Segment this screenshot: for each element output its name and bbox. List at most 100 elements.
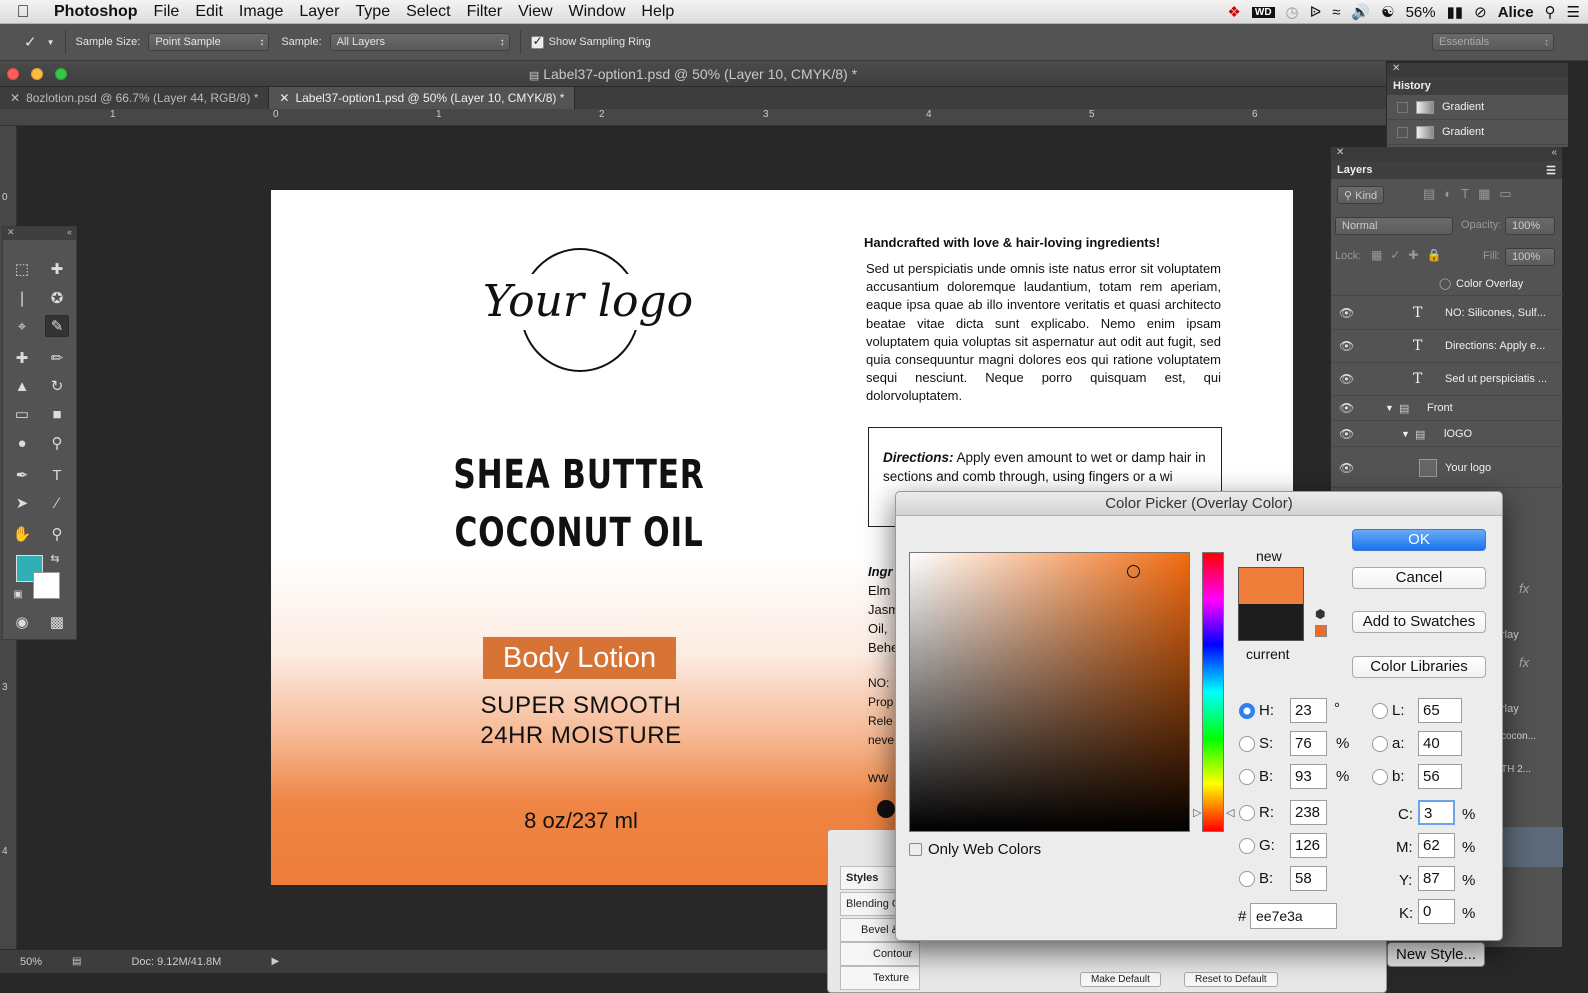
tools-panel-header[interactable]: ✕ « [3, 227, 76, 240]
zoom-window-button[interactable] [55, 68, 67, 80]
close-icon[interactable]: ✕ [1392, 63, 1400, 74]
fx-icon[interactable]: fx [1519, 581, 1529, 596]
zoom-level[interactable]: 50% [20, 956, 66, 968]
black-input[interactable]: 0 [1418, 899, 1455, 924]
eyedropper-tool-icon[interactable]: ✎ [45, 315, 69, 337]
cancel-button[interactable]: Cancel [1352, 567, 1486, 589]
menu-edit[interactable]: Edit [187, 3, 231, 21]
hue-slider-left-arrow-icon[interactable]: ▷ [1193, 806, 1201, 819]
layer-filter-select[interactable]: ⚲ Kind [1337, 186, 1385, 204]
workspace-select[interactable]: Essentials [1432, 33, 1554, 51]
panel-menu-icon[interactable]: ☰ [1546, 164, 1556, 177]
user-name[interactable]: Alice [1498, 4, 1534, 21]
layer-style-contour-item[interactable]: Contour [840, 942, 920, 966]
zoom-tool-icon[interactable]: ⚲ [45, 523, 69, 545]
layer-group-row[interactable]: 👁 ▼ ▤ Front [1331, 396, 1563, 421]
lock-icons[interactable]: ▦✓✚🔒 [1371, 248, 1449, 262]
blend-mode-select[interactable]: Normal [1335, 217, 1453, 235]
hex-input[interactable]: ee7e3a [1250, 903, 1337, 929]
magenta-input[interactable]: 62 [1418, 833, 1455, 858]
clock-icon[interactable]: ⊘ [1474, 3, 1487, 21]
collapse-icon[interactable]: « [1551, 147, 1557, 161]
history-checkbox[interactable] [1397, 126, 1408, 138]
reset-default-button[interactable]: Reset to Default [1184, 972, 1278, 987]
crop-tool-icon[interactable]: ⌖ [10, 315, 34, 337]
show-sampling-ring-checkbox[interactable] [530, 34, 544, 49]
menu-window[interactable]: Window [561, 3, 634, 21]
saturation-radio[interactable] [1239, 736, 1255, 752]
sample-select[interactable]: All Layers [329, 33, 510, 51]
brightness-radio[interactable] [1239, 769, 1255, 785]
eye-icon[interactable]: 👁 [1339, 461, 1354, 475]
sample-size-select[interactable]: Point Sample [148, 33, 270, 51]
time-machine-icon[interactable]: ◷ [1286, 3, 1299, 21]
stamp-tool-icon[interactable]: ▲ [10, 375, 34, 397]
default-colors-icon[interactable]: ▣ [6, 583, 30, 605]
hue-radio[interactable] [1239, 703, 1255, 719]
lab-a-radio[interactable] [1372, 736, 1388, 752]
add-to-swatches-button[interactable]: Add to Swatches [1352, 611, 1486, 633]
color-libraries-button[interactable]: Color Libraries [1352, 656, 1486, 678]
blue-input[interactable]: 58 [1290, 866, 1327, 891]
menu-select[interactable]: Select [398, 3, 458, 21]
eye-icon[interactable]: 👁 [1339, 427, 1354, 441]
eye-icon[interactable]: 👁 [1339, 401, 1354, 415]
saturation-brightness-field[interactable] [909, 552, 1190, 832]
line-tool-icon[interactable]: ∕ [45, 492, 69, 514]
sync-icon[interactable]: ☯ [1381, 3, 1394, 21]
cyan-input[interactable]: 3 [1418, 800, 1455, 825]
fill-field[interactable]: 100% [1505, 248, 1555, 266]
notification-center-icon[interactable]: ☰ [1567, 3, 1580, 21]
close-tab-icon[interactable]: ✕ [10, 91, 20, 105]
green-radio[interactable] [1239, 838, 1255, 854]
history-item[interactable]: Gradient [1387, 95, 1568, 120]
status-menu-icon[interactable]: ▤ [72, 956, 81, 967]
brightness-input[interactable]: 93 [1290, 764, 1327, 789]
layer-row[interactable]: 👁 T Directions: Apply e... [1331, 330, 1563, 363]
yellow-input[interactable]: 87 [1418, 866, 1455, 891]
menu-layer[interactable]: Layer [291, 3, 347, 21]
green-input[interactable]: 126 [1290, 833, 1327, 858]
apple-icon[interactable]:  [0, 2, 46, 22]
history-checkbox[interactable] [1397, 101, 1408, 113]
red-input[interactable]: 238 [1290, 800, 1327, 825]
menu-help[interactable]: Help [633, 3, 682, 21]
layer-row[interactable]: ◯ Color Overlay [1331, 272, 1563, 296]
eyedropper-tool-icon[interactable]: ✓ [24, 33, 37, 51]
collapse-icon[interactable]: « [67, 227, 72, 240]
hand-tool-icon[interactable]: ✋ [10, 523, 34, 545]
lasso-tool-icon[interactable]: ❘ [10, 287, 34, 309]
opacity-field[interactable]: 100% [1505, 217, 1555, 235]
history-item[interactable]: Gradient [1387, 120, 1568, 145]
lab-b-radio[interactable] [1372, 769, 1388, 785]
blur-tool-icon[interactable]: ● [10, 432, 34, 454]
status-arrow-icon[interactable]: ▶ [271, 956, 279, 967]
dropbox-icon[interactable]: ❖ [1227, 3, 1240, 21]
type-tool-icon[interactable]: T [45, 464, 69, 486]
spotlight-icon[interactable]: ⚲ [1545, 3, 1556, 21]
healing-brush-icon[interactable]: ✚ [10, 347, 34, 369]
history-panel-close-bar[interactable]: ✕ [1387, 63, 1568, 77]
make-default-button[interactable]: Make Default [1080, 972, 1161, 987]
disclosure-triangle-icon[interactable]: ▼ [1385, 403, 1394, 413]
disclosure-triangle-icon[interactable]: ▼ [1401, 429, 1410, 439]
saturation-input[interactable]: 76 [1290, 731, 1327, 756]
marquee-tool-icon[interactable]: ⬚ [10, 258, 34, 280]
current-color-swatch[interactable] [1238, 604, 1304, 641]
close-tab-icon[interactable]: ✕ [279, 91, 289, 105]
wd-icon[interactable]: WD [1251, 6, 1275, 18]
eye-icon[interactable]: 👁 [1339, 306, 1354, 320]
fx-icon[interactable]: fx [1519, 655, 1529, 670]
tab-history[interactable]: History [1387, 77, 1568, 95]
menu-type[interactable]: Type [347, 3, 398, 21]
pen-tool-icon[interactable]: ✒ [10, 464, 34, 486]
history-brush-icon[interactable]: ↻ [45, 375, 69, 397]
lab-a-input[interactable]: 40 [1418, 731, 1462, 756]
close-icon[interactable]: ✕ [7, 227, 15, 240]
ok-button[interactable]: OK [1352, 529, 1486, 551]
out-of-gamut-cube-icon[interactable]: ⬢ [1315, 607, 1325, 621]
background-color-swatch[interactable] [33, 572, 60, 599]
layers-panel-close-bar[interactable]: ✕ « [1331, 147, 1562, 161]
menu-filter[interactable]: Filter [459, 3, 511, 21]
layer-row[interactable]: 👁 T Sed ut perspiciatis ... [1331, 363, 1563, 396]
